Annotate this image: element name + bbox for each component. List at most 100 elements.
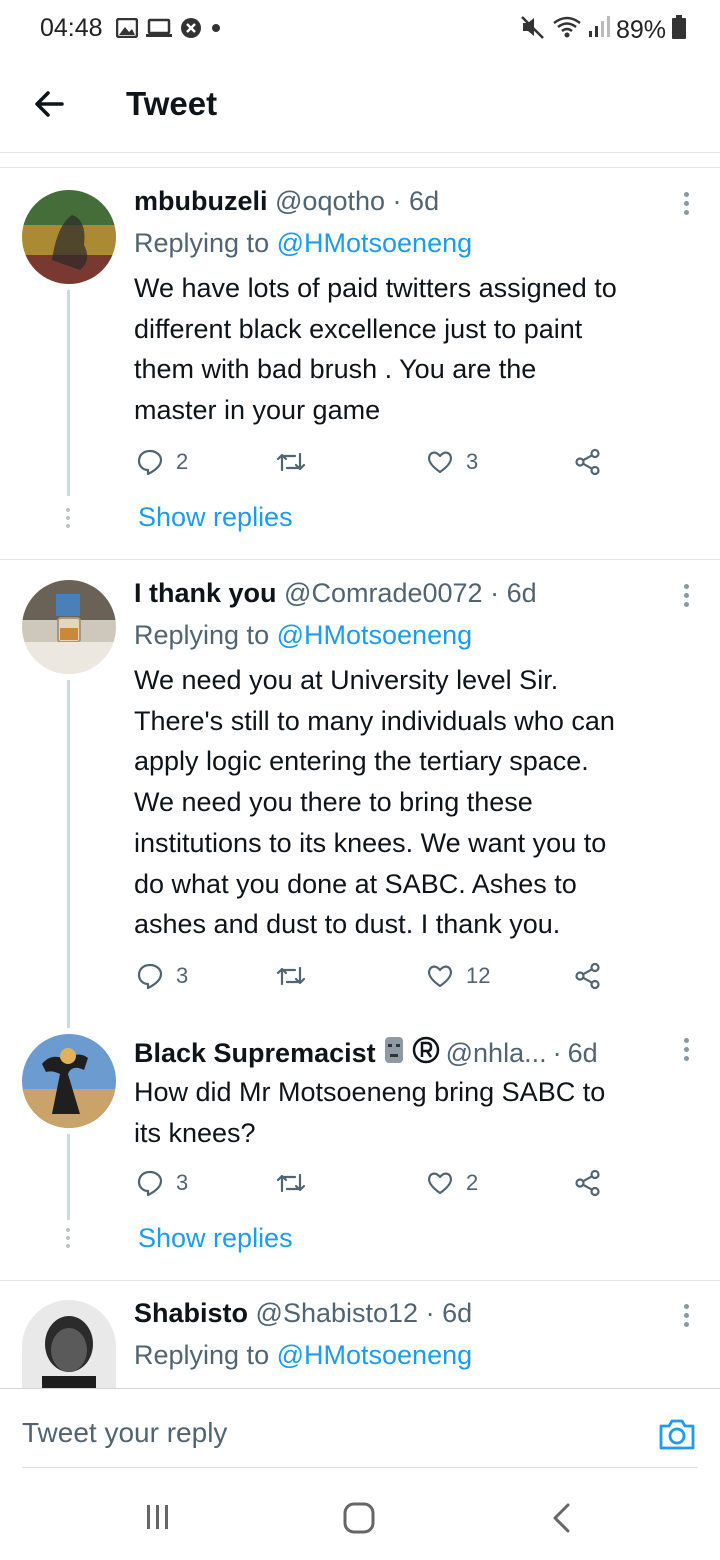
screen-icon bbox=[146, 18, 172, 43]
user-handle[interactable]: @Shabisto12 bbox=[256, 1298, 419, 1328]
page-title: Tweet bbox=[126, 85, 218, 122]
meta-separator: · bbox=[490, 578, 500, 608]
heart-icon bbox=[426, 962, 454, 990]
registered-icon bbox=[412, 1036, 440, 1071]
more-options-icon[interactable] bbox=[684, 1304, 690, 1331]
thread-line bbox=[67, 680, 70, 1028]
thread-line bbox=[67, 290, 70, 496]
battery-percent: 89% bbox=[615, 16, 666, 44]
reply-composer: Tweet your reply bbox=[0, 1388, 720, 1469]
replying-label: Replying to bbox=[134, 228, 270, 258]
tweet-actions: 3 2 bbox=[136, 1169, 606, 1201]
share-button[interactable] bbox=[574, 448, 602, 476]
replying-to: Replying to @HMotsoeneng bbox=[134, 620, 472, 651]
like-count: 3 bbox=[466, 449, 479, 474]
mute-icon bbox=[520, 14, 546, 47]
more-options-icon[interactable] bbox=[684, 192, 690, 219]
meta-separator: · bbox=[552, 1038, 562, 1068]
shield-icon bbox=[180, 17, 202, 44]
reply-input[interactable]: Tweet your reply bbox=[22, 1417, 227, 1449]
heart-icon bbox=[426, 448, 454, 476]
retweet-button[interactable] bbox=[276, 962, 318, 990]
like-button[interactable]: 3 bbox=[426, 448, 478, 476]
tweet-meta: Black Supremacist @nhla... · 6d bbox=[134, 1036, 598, 1071]
reply-button[interactable]: 3 bbox=[136, 962, 188, 990]
tweet-meta: I thank you @Comrade0072 · 6d bbox=[134, 578, 537, 609]
retweet-icon bbox=[276, 1169, 306, 1197]
recents-icon[interactable] bbox=[143, 1502, 173, 1537]
moai-icon bbox=[382, 1036, 406, 1071]
reply-count: 3 bbox=[176, 1170, 189, 1195]
tweet-text: We have lots of paid twitters assigned t… bbox=[134, 273, 617, 426]
tweet-meta: Shabisto @Shabisto12 · 6d bbox=[134, 1298, 472, 1329]
heart-icon bbox=[426, 1169, 454, 1197]
avatar[interactable] bbox=[22, 580, 116, 674]
like-button[interactable]: 12 bbox=[426, 962, 490, 990]
retweet-button[interactable] bbox=[276, 1169, 318, 1197]
tweet-meta: mbubuzeli @oqotho · 6d bbox=[134, 186, 439, 217]
more-options-icon[interactable] bbox=[684, 584, 690, 611]
replying-to: Replying to @HMotsoeneng bbox=[134, 1340, 472, 1371]
camera-icon[interactable] bbox=[658, 1417, 696, 1456]
replying-handle[interactable]: @HMotsoeneng bbox=[277, 620, 473, 650]
display-name[interactable]: mbubuzeli bbox=[134, 186, 268, 216]
tweet-actions: 3 12 bbox=[136, 962, 606, 994]
share-icon bbox=[574, 448, 602, 476]
meta-separator: · bbox=[425, 1298, 435, 1328]
replying-label: Replying to bbox=[134, 620, 270, 650]
share-icon bbox=[574, 962, 602, 990]
tweet-age: 6d bbox=[506, 578, 537, 608]
meta-separator: · bbox=[392, 186, 402, 216]
divider bbox=[0, 167, 720, 168]
thread-dots bbox=[66, 1228, 70, 1252]
share-button[interactable] bbox=[574, 1169, 602, 1197]
avatar[interactable] bbox=[22, 190, 116, 284]
reply-icon bbox=[136, 1169, 164, 1197]
retweet-button[interactable] bbox=[276, 448, 318, 476]
input-underline bbox=[22, 1467, 698, 1468]
header: Tweet bbox=[0, 60, 720, 153]
status-bar: 04:48 89% bbox=[0, 0, 720, 60]
system-nav-bar bbox=[0, 1470, 720, 1560]
more-options-icon[interactable] bbox=[684, 1038, 690, 1065]
tweet-text: How did Mr Motsoeneng bring SABC to its … bbox=[134, 1077, 606, 1148]
reply-icon bbox=[136, 962, 164, 990]
status-time: 04:48 bbox=[40, 14, 103, 42]
like-button[interactable]: 2 bbox=[426, 1169, 478, 1197]
user-handle[interactable]: @oqotho bbox=[275, 186, 385, 216]
divider bbox=[0, 559, 720, 560]
thread-dots bbox=[66, 508, 70, 532]
replying-to: Replying to @HMotsoeneng bbox=[134, 228, 472, 259]
thread-line bbox=[67, 1134, 70, 1220]
show-replies-link[interactable]: Show replies bbox=[138, 1223, 293, 1254]
replying-label: Replying to bbox=[134, 1340, 270, 1370]
dot-icon bbox=[210, 21, 222, 39]
like-count: 12 bbox=[466, 963, 491, 988]
back-arrow-icon[interactable] bbox=[30, 84, 70, 124]
avatar[interactable] bbox=[22, 1034, 116, 1128]
share-button[interactable] bbox=[574, 962, 602, 990]
reply-button[interactable]: 2 bbox=[136, 448, 188, 476]
reply-count: 3 bbox=[176, 963, 189, 988]
reply-icon bbox=[136, 448, 164, 476]
avatar[interactable] bbox=[22, 1300, 116, 1388]
user-handle[interactable]: @nhla... bbox=[446, 1038, 547, 1069]
display-name[interactable]: Shabisto bbox=[134, 1298, 248, 1328]
retweet-icon bbox=[276, 448, 306, 476]
replying-handle[interactable]: @HMotsoeneng bbox=[277, 1340, 473, 1370]
home-icon[interactable] bbox=[343, 1502, 375, 1539]
user-handle[interactable]: @Comrade0072 bbox=[284, 578, 483, 608]
display-name[interactable]: I thank you bbox=[134, 578, 277, 608]
battery-icon bbox=[672, 15, 686, 46]
retweet-icon bbox=[276, 962, 306, 990]
divider bbox=[0, 1280, 720, 1281]
display-name[interactable]: Black Supremacist bbox=[134, 1038, 376, 1069]
show-replies-link[interactable]: Show replies bbox=[138, 502, 293, 533]
reply-button[interactable]: 3 bbox=[136, 1169, 188, 1197]
signal-icon bbox=[588, 15, 610, 46]
replying-handle[interactable]: @HMotsoeneng bbox=[277, 228, 473, 258]
back-icon[interactable] bbox=[548, 1502, 576, 1539]
reply-count: 2 bbox=[176, 449, 189, 474]
share-icon bbox=[574, 1169, 602, 1197]
tweet-age: 6d bbox=[567, 1038, 598, 1068]
